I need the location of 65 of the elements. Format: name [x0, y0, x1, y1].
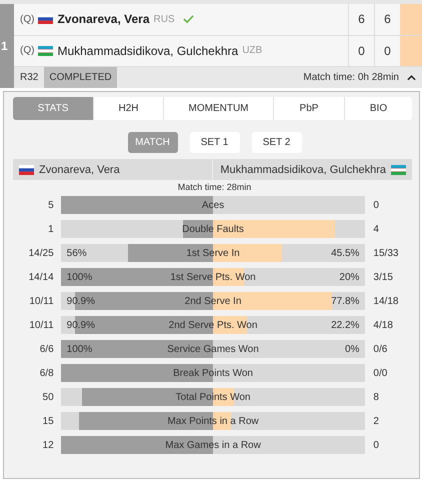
stat-percent: 100%: [66, 272, 92, 282]
stat-value: 5: [47, 200, 55, 210]
stat-label: Aces: [202, 200, 224, 210]
live-cell: [400, 36, 422, 66]
stat-value: 0: [372, 440, 380, 450]
flag-icon: [38, 14, 54, 24]
stat-label: 2nd Serve In: [184, 296, 242, 306]
country-code: RUS: [154, 14, 175, 25]
match-number: 1: [0, 4, 14, 88]
stat-value: 0: [372, 200, 380, 210]
stat-value: 14/25: [28, 248, 55, 258]
country-code: UZB: [242, 45, 262, 56]
caret-icon[interactable]: [407, 75, 416, 82]
stat-label: 1st Serve Pts. Won: [170, 272, 256, 282]
stat-percent: 100%: [66, 344, 92, 354]
stat-value: 14/14: [28, 272, 55, 282]
stat-label: Max Games in a Row: [165, 440, 261, 450]
stat-percent: 77.8%: [331, 296, 360, 306]
player-name: Zvonareva, Vera: [57, 12, 150, 26]
flag-icon: [391, 164, 406, 174]
stat-value: 6/8: [38, 368, 55, 378]
stat-percent: 56%: [66, 248, 87, 258]
stat-value: 12: [42, 440, 55, 450]
stat-percent: 20%: [339, 272, 360, 282]
stat-value: 15/33: [372, 248, 400, 258]
stat-value: 6/6: [38, 344, 55, 354]
stat-value: 2: [372, 416, 380, 426]
seed-label: (Q): [20, 14, 34, 25]
stat-value: 0/6: [372, 344, 388, 354]
stat-value: 3/15: [372, 272, 394, 282]
stat-label: Break Points Won: [173, 368, 253, 378]
stat-label: 1st Serve In: [186, 248, 240, 258]
round-label: R32: [19, 71, 40, 86]
stat-value: 1: [47, 224, 55, 234]
stat-value: 15: [42, 416, 55, 426]
stat-label: Total Points Won: [176, 392, 250, 402]
stat-percent: 22.2%: [331, 320, 360, 330]
flag-icon: [19, 164, 34, 174]
stat-value: 8: [372, 392, 380, 402]
stat-value: 10/11: [28, 296, 55, 306]
set-score: 6: [348, 4, 374, 35]
check-icon: [182, 14, 194, 24]
stat-value: 14/18: [372, 296, 400, 306]
seed-label: (Q): [20, 45, 34, 56]
stat-percent: 0%: [344, 344, 360, 354]
period-tab[interactable]: SET 2: [252, 132, 302, 153]
period-tab[interactable]: SET 1: [190, 132, 240, 153]
stat-label: Service Games Won: [167, 344, 259, 354]
stat-value: 4/18: [372, 320, 394, 330]
stat-percent: 45.5%: [331, 248, 360, 258]
match-time: Match time: 0h 28min: [303, 71, 399, 86]
stat-value: 50: [42, 392, 55, 402]
stat-value: 0/0: [372, 368, 388, 378]
set-score: 0: [348, 36, 374, 66]
stat-value: 4: [372, 224, 380, 234]
stat-value: 10/11: [28, 320, 55, 330]
stat-percent: 90.9%: [66, 320, 95, 330]
player-name: Mukhammadsidikova, Gulchekhra: [57, 44, 238, 58]
flag-icon: [38, 46, 54, 56]
stat-percent: 90.9%: [66, 296, 95, 306]
match-time: Match time: 28min: [176, 181, 252, 193]
live-cell: [400, 4, 422, 35]
status-badge: COMPLETED: [44, 67, 117, 88]
player-name: Mukhammadsidikova, Gulchekhra: [220, 164, 386, 176]
player-name: Zvonareva, Vera: [39, 164, 120, 176]
